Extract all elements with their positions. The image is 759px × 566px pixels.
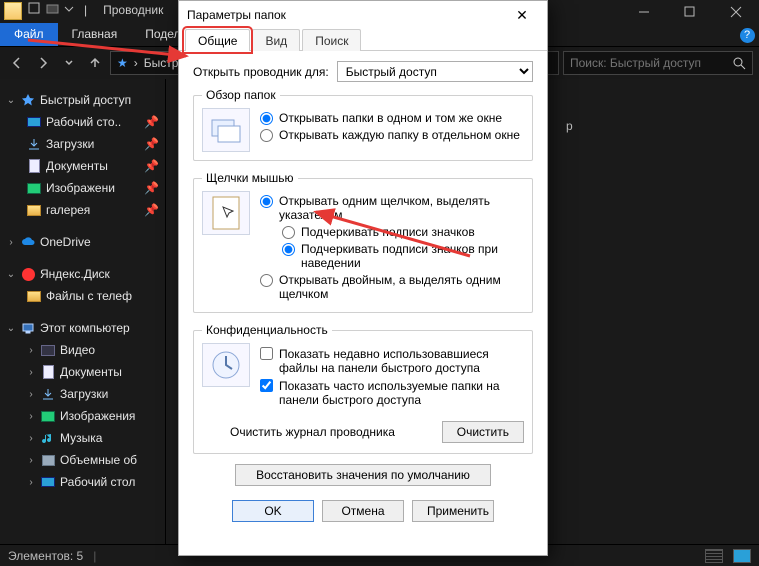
click-behavior-icon: [202, 191, 250, 235]
radio-underline-always[interactable]: [282, 226, 295, 239]
folder-options-dialog: Параметры папок ✕ Общие Вид Поиск Открыт…: [178, 0, 548, 556]
apply-button[interactable]: Применить: [412, 500, 494, 522]
close-button[interactable]: [713, 0, 759, 23]
ok-button[interactable]: OK: [232, 500, 314, 522]
back-button[interactable]: [6, 52, 28, 74]
up-button[interactable]: [84, 52, 106, 74]
download-icon: [40, 386, 56, 402]
radio-double-click[interactable]: [260, 274, 273, 287]
status-count: Элементов: 5: [8, 549, 83, 563]
ribbon-tab-home[interactable]: Главная: [58, 23, 132, 46]
open-explorer-select[interactable]: Быстрый доступ: [337, 61, 533, 82]
tree-yandex-disk[interactable]: ⌄Яндекс.Диск: [0, 263, 165, 285]
privacy-icon: [202, 343, 250, 387]
desktop-icon: [40, 474, 56, 490]
tab-view[interactable]: Вид: [252, 29, 300, 51]
tree-downloads[interactable]: Загрузки📌: [0, 133, 165, 155]
radio-underline-hover[interactable]: [282, 243, 295, 256]
qat-dropdown-icon[interactable]: [62, 0, 76, 23]
search-input[interactable]: [570, 56, 726, 70]
tree-yadisk-files[interactable]: Файлы с телеф: [0, 285, 165, 307]
pin-icon: 📌: [144, 181, 159, 195]
pictures-icon: [40, 408, 56, 424]
radio-single-click[interactable]: [260, 195, 273, 208]
tree-pictures2[interactable]: ›Изображения: [0, 405, 165, 427]
dialog-close-button[interactable]: ✕: [505, 7, 539, 24]
content-hint: р: [566, 119, 573, 133]
clear-history-label: Очистить журнал проводника: [230, 425, 395, 439]
click-behavior-group: Щелчки мышью Открывать одним щелчком, вы…: [193, 171, 533, 313]
clear-button[interactable]: Очистить: [442, 421, 524, 443]
browse-folders-group: Обзор папок Открывать папки в одном и то…: [193, 88, 533, 161]
click-behavior-legend: Щелчки мышью: [202, 171, 298, 185]
search-icon: [732, 56, 746, 70]
tree-video[interactable]: ›Видео: [0, 339, 165, 361]
pin-icon: 📌: [144, 159, 159, 173]
download-icon: [26, 136, 42, 152]
tab-general[interactable]: Общие: [185, 29, 250, 51]
app-icon: [4, 2, 22, 20]
yandex-disk-icon: [20, 266, 36, 282]
privacy-group: Конфиденциальность Показать недавно испо…: [193, 323, 533, 454]
qat-properties-icon[interactable]: [26, 0, 44, 23]
tree-downloads2[interactable]: ›Загрузки: [0, 383, 165, 405]
quick-access-icon: ★: [117, 56, 128, 70]
maximize-button[interactable]: [667, 0, 713, 23]
music-icon: [40, 430, 56, 446]
tree-quick-access[interactable]: ⌄Быстрый доступ: [0, 89, 165, 111]
navigation-pane[interactable]: ⌄Быстрый доступ Рабочий сто..📌 Загрузки📌…: [0, 79, 166, 544]
view-icons-button[interactable]: [733, 549, 751, 563]
view-details-button[interactable]: [705, 549, 723, 563]
tree-desktop[interactable]: Рабочий сто..📌: [0, 111, 165, 133]
forward-button[interactable]: [32, 52, 54, 74]
dialog-buttons: OK Отмена Применить: [179, 486, 547, 534]
pin-icon: 📌: [144, 115, 159, 129]
desktop-icon: [26, 114, 42, 130]
tree-music[interactable]: ›Музыка: [0, 427, 165, 449]
tree-3dobjects[interactable]: ›Объемные об: [0, 449, 165, 471]
tree-pictures[interactable]: Изображени📌: [0, 177, 165, 199]
cancel-button[interactable]: Отмена: [322, 500, 404, 522]
radio-new-window[interactable]: [260, 129, 273, 142]
cloud-icon: [20, 234, 36, 250]
tree-this-pc[interactable]: ⌄Этот компьютер: [0, 317, 165, 339]
pc-icon: [20, 320, 36, 336]
open-explorer-label: Открыть проводник для:: [193, 65, 329, 79]
tab-search[interactable]: Поиск: [302, 29, 361, 51]
tree-documents2[interactable]: ›Документы: [0, 361, 165, 383]
video-icon: [40, 342, 56, 358]
tree-onedrive[interactable]: ›OneDrive: [0, 231, 165, 253]
title-separator: |: [76, 0, 95, 23]
window-title: Проводник: [95, 0, 171, 23]
pin-icon: 📌: [144, 203, 159, 217]
folder-icon: [26, 288, 42, 304]
tree-gallery[interactable]: галерея📌: [0, 199, 165, 221]
privacy-legend: Конфиденциальность: [202, 323, 332, 337]
pictures-icon: [26, 180, 42, 196]
objects3d-icon: [40, 452, 56, 468]
document-icon: [40, 364, 56, 380]
tree-desktop2[interactable]: ›Рабочий стол: [0, 471, 165, 493]
check-frequent-folders[interactable]: [260, 379, 273, 392]
history-dropdown-icon[interactable]: [58, 52, 80, 74]
dialog-title-bar[interactable]: Параметры папок ✕: [179, 1, 547, 29]
star-icon: [20, 92, 36, 108]
ribbon-tab-file[interactable]: Файл: [0, 23, 58, 46]
browse-folders-icon: [202, 108, 250, 152]
folder-icon: [26, 202, 42, 218]
pin-icon: 📌: [144, 137, 159, 151]
minimize-button[interactable]: [621, 0, 667, 23]
address-text: Быстр: [144, 56, 179, 70]
check-recent-files[interactable]: [260, 347, 273, 360]
tree-documents[interactable]: Документы📌: [0, 155, 165, 177]
radio-same-window[interactable]: [260, 112, 273, 125]
restore-defaults-button[interactable]: Восстановить значения по умолчанию: [235, 464, 491, 486]
qat-newfolder-icon[interactable]: [44, 0, 62, 23]
help-icon[interactable]: ?: [735, 23, 759, 47]
search-box[interactable]: [563, 51, 753, 75]
dialog-title: Параметры папок: [187, 8, 505, 22]
dialog-tabs: Общие Вид Поиск: [179, 29, 547, 51]
document-icon: [26, 158, 42, 174]
browse-folders-legend: Обзор папок: [202, 88, 280, 102]
